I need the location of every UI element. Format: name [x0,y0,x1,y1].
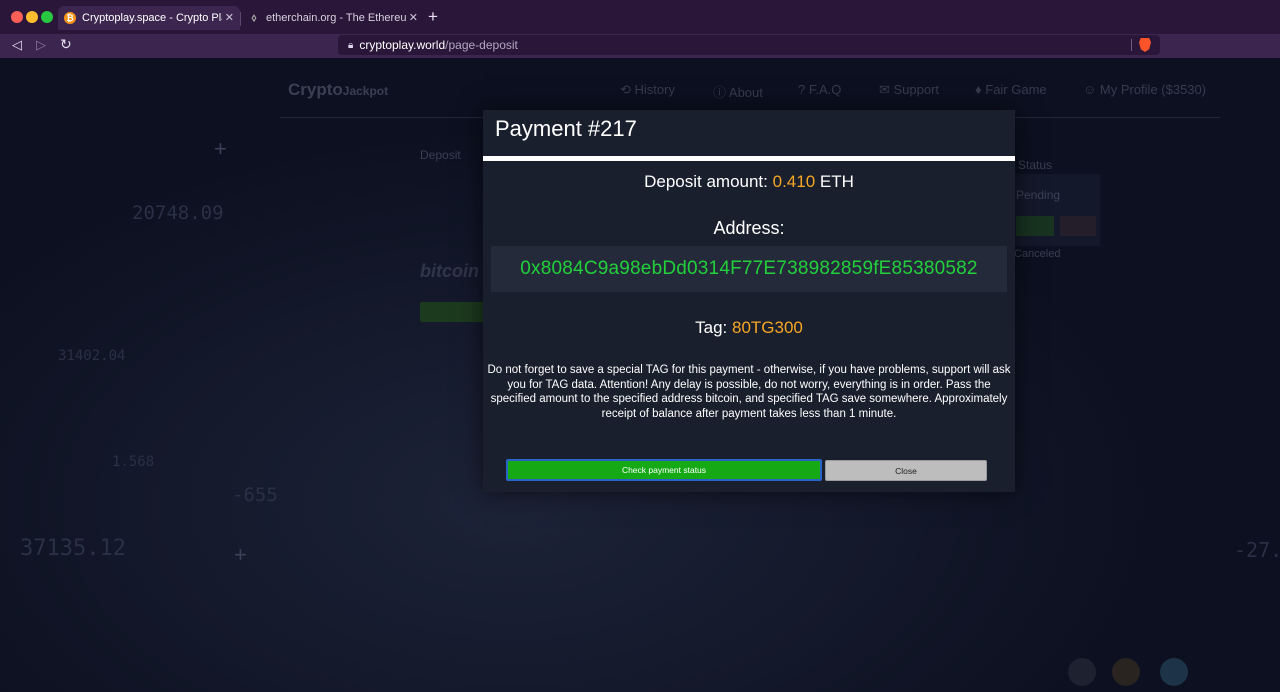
deposit-amount-value: 0.410 [772,172,816,191]
tag-line: Tag: 80TG300 [483,318,1015,338]
payment-notice: Do not forget to save a special TAG for … [487,364,1011,420]
tab-etherchain[interactable]: ⬨ etherchain.org - The Ethereum B ✕ [242,6,424,30]
nav-label: History [634,82,675,97]
bitcoin-logo: bitcoin [420,261,479,281]
floating-icon[interactable] [1112,658,1140,686]
background-deposit-button[interactable] [420,302,484,322]
url-host: cryptoplay.world [359,38,446,52]
chat-icon[interactable] [1160,658,1188,686]
status-confirm-button[interactable] [1016,216,1054,236]
nav-faq[interactable]: ? F.A.Q [798,82,841,97]
deposit-amount-line: Deposit amount: 0.410 ETH [483,172,1015,192]
background-number: 31402.04 [58,348,126,364]
address-label: Address: [713,218,785,238]
tab-close-icon[interactable]: ✕ [409,11,418,24]
status-canceled: Canceled [1014,248,1061,260]
payment-modal: Payment #217 Deposit amount: 0.410 ETH A… [483,110,1015,492]
back-arrow-icon[interactable]: ◁ [12,37,22,53]
address-bar[interactable]: 🔒︎ cryptoplay.world/page-deposit [338,35,1160,55]
nav-support[interactable]: ✉ Support [879,82,939,98]
nav-history[interactable]: ⟲ History [620,82,675,98]
background-number: -27.3 [1234,538,1280,562]
bitcoin-icon: ₿ [64,12,76,24]
url-divider [1131,39,1132,51]
check-payment-status-button[interactable]: Check payment status [506,459,822,481]
browser-toolbar: ◁ ▷ ↻ 🔒︎ cryptoplay.world/page-deposit [0,34,1280,58]
tag-label: Tag: [695,318,728,337]
site-logo[interactable]: CryptoJackpot [288,80,388,100]
modal-divider [483,156,1015,161]
nav-label: About [728,85,763,100]
background-plus-icon: + [214,136,227,161]
nav-about[interactable]: ⓘ About [713,82,763,101]
status-heading: Status [1018,158,1053,172]
ethereum-icon: ⬨ [251,11,257,24]
deposit-amount-label: Deposit amount: [644,172,768,191]
logo-sub: Jackpot [342,84,389,98]
url-path: /page-deposit [445,38,518,52]
nav-label: F.A.Q [808,82,842,97]
window-minimize-control[interactable] [26,11,38,23]
tab-cryptoplay[interactable]: ₿ Cryptoplay.space - Crypto Play ✕ [58,6,240,30]
nav-label: Fair Game [985,82,1047,97]
nav-label: My Profile ($3530) [1099,82,1207,97]
wallet-address[interactable]: 0x8084C9a98ebDd0314F77E738982859fE853805… [520,258,977,280]
window-close-control[interactable] [11,11,23,23]
deposit-currency: ETH [819,172,854,191]
tab-close-icon[interactable]: ✕ [225,11,234,24]
reload-icon[interactable]: ↻ [60,36,72,53]
forward-arrow-icon[interactable]: ▷ [36,37,46,53]
background-number: 1.568 [112,454,155,470]
tag-value[interactable]: 80TG300 [732,318,803,337]
deposit-heading: Deposit [420,148,461,162]
tab-title: Cryptoplay.space - Crypto Play [82,12,222,24]
close-button[interactable]: Close [825,460,987,481]
nav-fair-game[interactable]: ♦ Fair Game [975,82,1047,97]
address-box[interactable]: 0x8084C9a98ebDd0314F77E738982859fE853805… [491,246,1007,292]
logo-main: Crypto [288,80,343,99]
tab-title: etherchain.org - The Ethereum B [266,12,406,24]
background-number: -655 [232,484,278,506]
floating-icon[interactable] [1068,658,1096,686]
status-pending: Pending [1016,188,1061,202]
background-number: 37135.12 [20,536,126,561]
nav-my-profile[interactable]: ☺ My Profile ($3530) [1083,82,1206,97]
status-cancel-button[interactable] [1060,216,1096,236]
brave-shield-icon[interactable] [1139,38,1151,52]
lock-icon: 🔒︎ [348,39,354,51]
nav-label: Support [893,82,940,97]
new-tab-button[interactable]: + [428,8,438,26]
background-number: 20748.09 [132,202,224,224]
browser-tab-strip: ₿ Cryptoplay.space - Crypto Play ✕ ⬨ eth… [0,0,1280,34]
tab-divider [240,12,241,26]
background-plus-icon: + [234,542,247,567]
modal-title: Payment #217 [495,116,637,141]
window-zoom-control[interactable] [41,11,53,23]
